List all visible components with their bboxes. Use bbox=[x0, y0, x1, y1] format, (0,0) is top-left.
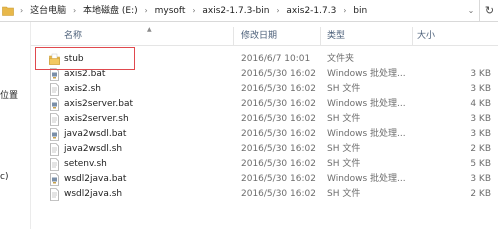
file-name: axis2server.sh bbox=[64, 114, 129, 124]
file-date: 2016/5/30 16:02 bbox=[241, 69, 316, 79]
breadcrumb: › 这台电脑 › 本地磁盘 (E:) › mysoft › axis2-1.7.… bbox=[16, 0, 367, 21]
file-name: axis2.sh bbox=[64, 84, 102, 94]
column-header-size[interactable]: 大小 bbox=[417, 27, 435, 45]
chevron-right-icon: › bbox=[20, 6, 24, 15]
file-type: SH 文件 bbox=[327, 189, 361, 199]
navigation-pane[interactable]: 位置 c) bbox=[0, 22, 30, 229]
file-row[interactable]: axis2.sh 2016/5/30 16:02 SH 文件 3 KB bbox=[31, 82, 498, 97]
file-size: 3 KB bbox=[470, 84, 491, 94]
folder-icon bbox=[49, 53, 60, 65]
file-size: 3 KB bbox=[470, 174, 491, 184]
address-bar[interactable]: › 这台电脑 › 本地磁盘 (E:) › mysoft › axis2-1.7.… bbox=[0, 0, 498, 22]
file-name: wsdl2java.bat bbox=[64, 174, 127, 184]
chevron-down-icon[interactable]: ⌄ bbox=[464, 0, 478, 21]
file-size: 2 KB bbox=[470, 144, 491, 154]
file-size: 3 KB bbox=[470, 114, 491, 124]
breadcrumb-item[interactable]: 本地磁盘 (E:) bbox=[83, 6, 138, 16]
file-name: java2wsdl.bat bbox=[64, 129, 127, 139]
sh-file-icon bbox=[50, 83, 59, 96]
file-name: setenv.sh bbox=[64, 159, 107, 169]
chevron-right-icon[interactable]: › bbox=[276, 6, 279, 15]
sh-file-icon bbox=[50, 158, 59, 171]
file-row[interactable]: setenv.sh 2016/5/30 16:02 SH 文件 5 KB bbox=[31, 157, 498, 172]
column-header-name[interactable]: 名称 bbox=[64, 27, 82, 45]
file-type: Windows 批处理... bbox=[327, 69, 406, 79]
file-name: axis2server.bat bbox=[64, 99, 134, 109]
file-size: 3 KB bbox=[470, 69, 491, 79]
file-size: 3 KB bbox=[470, 129, 491, 139]
file-date: 2016/5/30 16:02 bbox=[241, 129, 316, 139]
file-date: 2016/5/30 16:02 bbox=[241, 84, 316, 94]
file-list: stub 2016/6/7 10:01 文件夹 axis2.bat 2016/5… bbox=[31, 52, 498, 202]
file-type: SH 文件 bbox=[327, 159, 361, 169]
sh-file-icon bbox=[50, 143, 59, 156]
bat-file-icon bbox=[50, 128, 59, 141]
file-date: 2016/5/30 16:02 bbox=[241, 99, 316, 109]
column-divider[interactable] bbox=[412, 27, 413, 45]
nav-item[interactable]: c) bbox=[0, 172, 8, 182]
explorer-window: › 这台电脑 › 本地磁盘 (E:) › mysoft › axis2-1.7.… bbox=[0, 0, 498, 229]
bat-file-icon bbox=[50, 68, 59, 81]
file-name: axis2.bat bbox=[64, 69, 106, 79]
breadcrumb-item-current[interactable]: bin bbox=[353, 6, 367, 16]
sh-file-icon bbox=[50, 188, 59, 201]
file-type: Windows 批处理... bbox=[327, 129, 406, 139]
file-name: wsdl2java.sh bbox=[64, 189, 123, 199]
bat-file-icon bbox=[50, 173, 59, 186]
nav-item[interactable]: 位置 bbox=[0, 88, 18, 101]
breadcrumb-item[interactable]: 这台电脑 bbox=[30, 6, 66, 16]
file-date: 2016/5/30 16:02 bbox=[241, 174, 316, 184]
chevron-right-icon[interactable]: › bbox=[145, 6, 148, 15]
breadcrumb-item[interactable]: mysoft bbox=[155, 6, 186, 16]
chevron-right-icon[interactable]: › bbox=[73, 6, 76, 15]
file-row[interactable]: wsdl2java.bat 2016/5/30 16:02 Windows 批处… bbox=[31, 172, 498, 187]
column-header-type[interactable]: 类型 bbox=[327, 27, 345, 45]
chevron-right-icon[interactable]: › bbox=[343, 6, 346, 15]
file-row[interactable]: axis2.bat 2016/5/30 16:02 Windows 批处理...… bbox=[31, 67, 498, 82]
file-row[interactable]: java2wsdl.bat 2016/5/30 16:02 Windows 批处… bbox=[31, 127, 498, 142]
file-type: SH 文件 bbox=[327, 114, 361, 124]
file-date: 2016/5/30 16:02 bbox=[241, 144, 316, 154]
breadcrumb-item[interactable]: axis2-1.7.3-bin bbox=[202, 6, 269, 16]
file-date: 2016/5/30 16:02 bbox=[241, 114, 316, 124]
file-type: Windows 批处理... bbox=[327, 99, 406, 109]
file-type: Windows 批处理... bbox=[327, 174, 406, 184]
chevron-right-icon[interactable]: › bbox=[192, 6, 195, 15]
file-date: 2016/5/30 16:02 bbox=[241, 189, 316, 199]
file-row[interactable]: java2wsdl.sh 2016/5/30 16:02 SH 文件 2 KB bbox=[31, 142, 498, 157]
column-header-row: ▲ 名称 修改日期 类型 大小 bbox=[31, 26, 498, 46]
file-name: stub bbox=[64, 54, 84, 64]
file-row[interactable]: wsdl2java.sh 2016/5/30 16:02 SH 文件 2 KB bbox=[31, 187, 498, 202]
file-type: SH 文件 bbox=[327, 84, 361, 94]
file-name: java2wsdl.sh bbox=[64, 144, 123, 154]
file-size: 5 KB bbox=[470, 159, 491, 169]
column-divider[interactable] bbox=[320, 27, 321, 45]
file-row[interactable]: axis2server.bat 2016/5/30 16:02 Windows … bbox=[31, 97, 498, 112]
column-header-date[interactable]: 修改日期 bbox=[241, 27, 277, 45]
refresh-icon[interactable]: ↻ bbox=[479, 0, 498, 21]
file-row[interactable]: stub 2016/6/7 10:01 文件夹 bbox=[31, 52, 498, 67]
column-divider[interactable] bbox=[233, 27, 234, 45]
bat-file-icon bbox=[50, 98, 59, 111]
file-row[interactable]: axis2server.sh 2016/5/30 16:02 SH 文件 3 K… bbox=[31, 112, 498, 127]
sh-file-icon bbox=[50, 113, 59, 126]
file-date: 2016/6/7 10:01 bbox=[241, 54, 311, 64]
file-type: 文件夹 bbox=[327, 54, 355, 64]
file-size: 2 KB bbox=[470, 189, 491, 199]
sort-up-icon: ▲ bbox=[147, 26, 152, 33]
file-date: 2016/5/30 16:02 bbox=[241, 159, 316, 169]
file-type: SH 文件 bbox=[327, 144, 361, 154]
breadcrumb-item[interactable]: axis2-1.7.3 bbox=[286, 6, 336, 16]
file-size: 4 KB bbox=[470, 99, 491, 109]
folder-icon bbox=[2, 6, 14, 16]
